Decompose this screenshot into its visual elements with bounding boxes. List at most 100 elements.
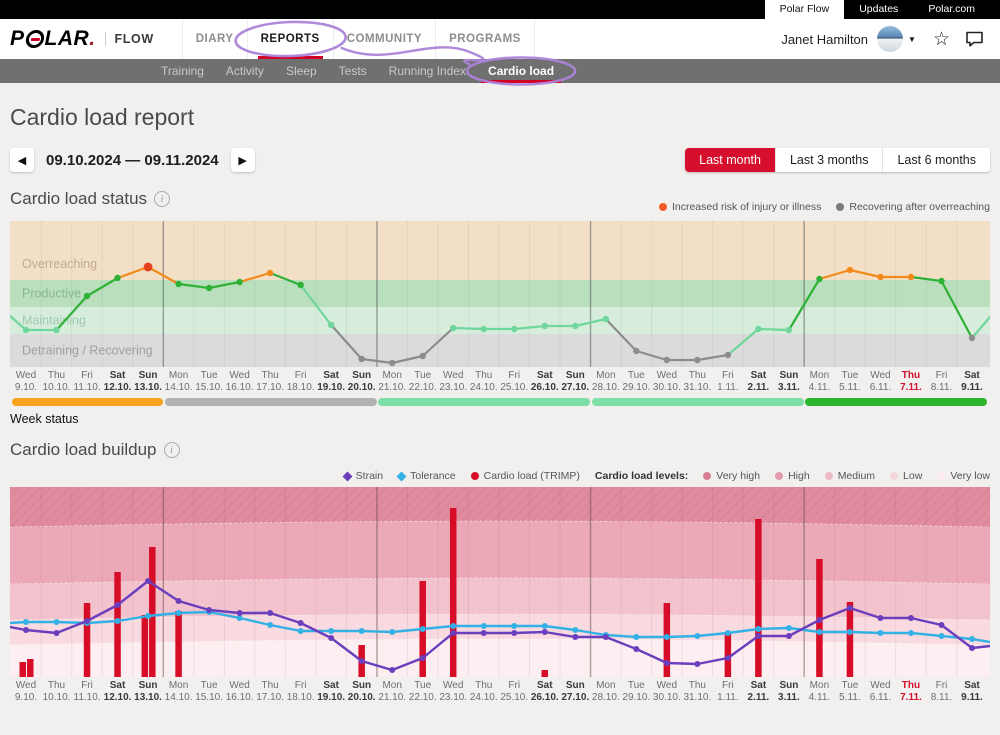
zone-band-productive xyxy=(10,280,990,307)
status-point xyxy=(877,274,883,280)
info-icon[interactable]: i xyxy=(164,442,180,458)
axis-day: Sat xyxy=(961,370,983,382)
axis-label-tue-22-10: Tue22.10. xyxy=(409,370,437,394)
subnav-item-tests[interactable]: Tests xyxy=(328,59,378,83)
axis-label-thu-17-10: Thu17.10. xyxy=(256,370,284,394)
axis-label-mon-21-10: Mon21.10. xyxy=(378,680,406,704)
axis-label-wed-16-10: Wed16.10. xyxy=(226,680,254,704)
subnav-item-activity[interactable]: Activity xyxy=(215,59,275,83)
load-band-very-low xyxy=(10,639,990,677)
axis-day: Wed xyxy=(653,680,681,692)
axis-day: Wed xyxy=(15,680,37,692)
subnav-item-running-index[interactable]: Running Index xyxy=(378,59,477,83)
axis-label-mon-4-11: Mon4.11. xyxy=(809,680,831,704)
status-point xyxy=(84,293,90,299)
polar-logo-o-icon xyxy=(24,30,45,48)
zone-label-overreaching: Overreaching xyxy=(22,257,97,271)
trimp-bar xyxy=(20,662,27,677)
subnav-item-training[interactable]: Training xyxy=(150,59,215,83)
tolerance-point xyxy=(786,625,792,631)
tolerance-point xyxy=(481,623,487,629)
subnav-item-cardio-load[interactable]: Cardio load xyxy=(477,59,565,83)
info-icon[interactable]: i xyxy=(154,191,170,207)
axis-date: 29.10. xyxy=(622,382,650,394)
last-3-months-button[interactable]: Last 3 months xyxy=(775,148,883,172)
strain-point xyxy=(877,615,883,621)
status-point xyxy=(297,282,303,288)
axis-label-wed-30-10: Wed30.10. xyxy=(653,370,681,394)
tolerance-point xyxy=(267,622,273,628)
legend-level-very-high: Very high xyxy=(703,470,760,482)
buildup-chart-x-axis: Wed9.10.Thu10.10.Fri11.10.Sat12.10.Sun13… xyxy=(10,680,990,705)
main-menu: DIARYREPORTSCOMMUNITYPROGRAMS xyxy=(182,19,535,59)
axis-date: 8.11. xyxy=(931,382,953,394)
status-point xyxy=(481,326,487,332)
axis-label-thu-7-11: Thu7.11. xyxy=(900,370,922,394)
axis-label-sun-3-11: Sun3.11. xyxy=(778,370,800,394)
axis-day: Mon xyxy=(592,680,620,692)
favorites-star-icon[interactable]: ☆ xyxy=(933,30,950,49)
axis-label-fri-1-11: Fri1.11. xyxy=(717,370,739,394)
legend-label: Recovering after overreaching xyxy=(849,201,990,213)
status-point xyxy=(755,326,761,332)
week-status-segment xyxy=(165,398,377,406)
topbar-tab-updates[interactable]: Updates xyxy=(844,0,913,19)
topbar-tab-polar-flow[interactable]: Polar Flow xyxy=(765,0,845,19)
flow-label: FLOW xyxy=(105,32,154,46)
user-name[interactable]: Janet Hamilton xyxy=(781,32,868,47)
nav-item-programs[interactable]: PROGRAMS xyxy=(436,19,535,59)
tolerance-point xyxy=(938,633,944,639)
axis-date: 8.11. xyxy=(931,692,953,704)
trimp-bar xyxy=(149,547,156,677)
strain-point xyxy=(23,627,29,633)
subnav-item-sleep[interactable]: Sleep xyxy=(275,59,328,83)
axis-date: 26.10. xyxy=(531,692,559,704)
axis-day: Fri xyxy=(931,680,953,692)
axis-label-mon-28-10: Mon28.10. xyxy=(592,680,620,704)
axis-day: Tue xyxy=(195,680,223,692)
polar-logo[interactable]: PLAR. FLOW xyxy=(10,27,154,51)
axis-date: 28.10. xyxy=(592,382,620,394)
axis-date: 19.10. xyxy=(317,382,345,394)
axis-label-sat-9-11: Sat9.11. xyxy=(961,680,983,704)
axis-day: Mon xyxy=(165,680,193,692)
status-point xyxy=(725,352,731,358)
axis-label-fri-18-10: Fri18.10. xyxy=(287,370,315,394)
tolerance-point xyxy=(328,628,334,634)
buildup-section-title: Cardio load buildup i xyxy=(10,440,180,460)
nav-item-diary[interactable]: DIARY xyxy=(182,19,248,59)
next-period-button[interactable]: ▶ xyxy=(231,148,255,172)
axis-day: Mon xyxy=(378,680,406,692)
prev-period-button[interactable]: ◀ xyxy=(10,148,34,172)
axis-day: Sat xyxy=(104,370,132,382)
legend-item-tolerance: Tolerance xyxy=(398,470,456,482)
axis-label-mon-21-10: Mon21.10. xyxy=(378,370,406,394)
last-6-months-button[interactable]: Last 6 months xyxy=(882,148,990,172)
axis-label-thu-10-10: Thu10.10. xyxy=(43,680,71,704)
axis-date: 24.10. xyxy=(470,382,498,394)
feedback-chat-icon[interactable] xyxy=(965,31,984,47)
tolerance-point xyxy=(816,629,822,635)
axis-date: 18.10. xyxy=(287,692,315,704)
axis-date: 5.11. xyxy=(839,382,861,394)
content: Cardio load report ◀ 09.10.2024 — 09.11.… xyxy=(0,83,1000,705)
nav-item-reports[interactable]: REPORTS xyxy=(248,19,334,59)
axis-date: 13.10. xyxy=(134,382,162,394)
tolerance-point xyxy=(847,629,853,635)
strain-point xyxy=(176,598,182,604)
axis-label-thu-24-10: Thu24.10. xyxy=(470,370,498,394)
axis-day: Thu xyxy=(683,680,711,692)
last-month-button[interactable]: Last month xyxy=(685,148,775,172)
legend-label: Cardio load (TRIMP) xyxy=(484,470,580,482)
trimp-bar xyxy=(450,508,457,677)
axis-label-fri-25-10: Fri25.10. xyxy=(500,370,528,394)
chevron-down-icon[interactable]: ▼ xyxy=(908,35,916,44)
axis-date: 21.10. xyxy=(378,382,406,394)
legend-label: Very high xyxy=(716,470,760,482)
nav-item-community[interactable]: COMMUNITY xyxy=(334,19,436,59)
topbar-tab-polar-com[interactable]: Polar.com xyxy=(913,0,990,19)
strain-point xyxy=(542,629,548,635)
user-avatar[interactable] xyxy=(877,26,903,52)
axis-day: Sat xyxy=(317,680,345,692)
axis-label-wed-30-10: Wed30.10. xyxy=(653,680,681,704)
